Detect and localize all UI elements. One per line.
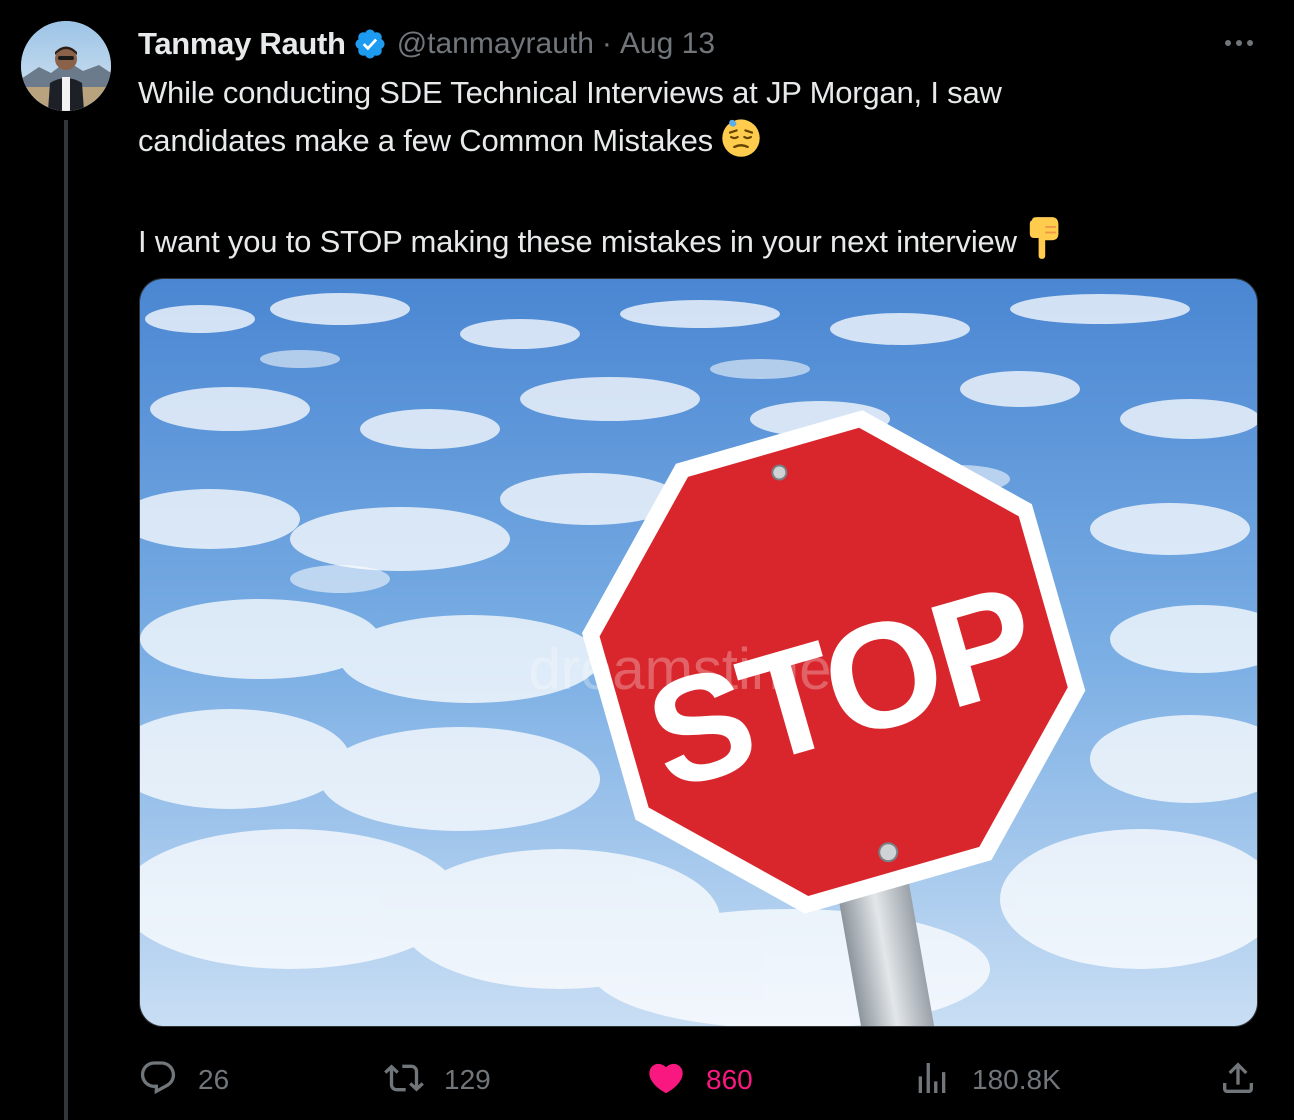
like-button[interactable]: 860 [646,1050,753,1110]
more-icon[interactable] [1214,26,1264,60]
views-icon [912,1058,952,1103]
tweet-text-line: While conducting SDE Technical Interview… [138,70,1248,115]
repost-icon [384,1058,424,1103]
tweet-header: Tanmay Rauth @tanmayrauth · Aug 13 [138,22,715,66]
tweet-media-image[interactable]: STOP dreamstime [139,278,1258,1027]
reply-button[interactable]: 26 [138,1050,229,1110]
reply-icon [138,1058,178,1103]
tweet-text-line-3: I want you to STOP making these mistakes… [138,224,1017,259]
views-count: 180.8K [972,1064,1061,1095]
avatar-image [21,21,111,111]
tweet-text-line: I want you to STOP making these mistakes… [138,216,1248,272]
thread-connector-line [64,120,68,1120]
repost-button[interactable]: 129 [384,1050,491,1110]
verified-badge-icon[interactable] [353,27,387,61]
like-icon [646,1058,686,1103]
like-count: 860 [706,1064,753,1095]
views-button[interactable]: 180.8K [912,1050,1061,1110]
share-button[interactable] [1218,1050,1258,1110]
tweet-text-line-2: candidates make a few Common Mistakes [138,123,713,158]
tweet-text-line: candidates make a few Common Mistakes [138,115,1248,171]
tweet-text-line-1: While conducting SDE Technical Interview… [138,75,1002,110]
author-display-name[interactable]: Tanmay Rauth [138,26,346,62]
backhand-index-pointing-down-icon [1023,216,1063,272]
header-separator: · [601,27,612,60]
share-icon [1218,1058,1258,1103]
tweet-date[interactable]: Aug 13 [620,27,715,61]
stop-sign-photo: STOP dreamstime [140,279,1257,1026]
author-handle[interactable]: @tanmayrauth [397,27,594,61]
tweet-actions-bar: 26 129 860 180.8K [138,1050,1258,1110]
avatar[interactable] [21,21,111,111]
repost-count: 129 [444,1064,491,1095]
tweet-text: While conducting SDE Technical Interview… [138,70,1248,272]
downcast-face-with-sweat-icon [719,115,763,171]
watermark-text: dreamstime [529,637,832,702]
reply-count: 26 [198,1064,230,1095]
